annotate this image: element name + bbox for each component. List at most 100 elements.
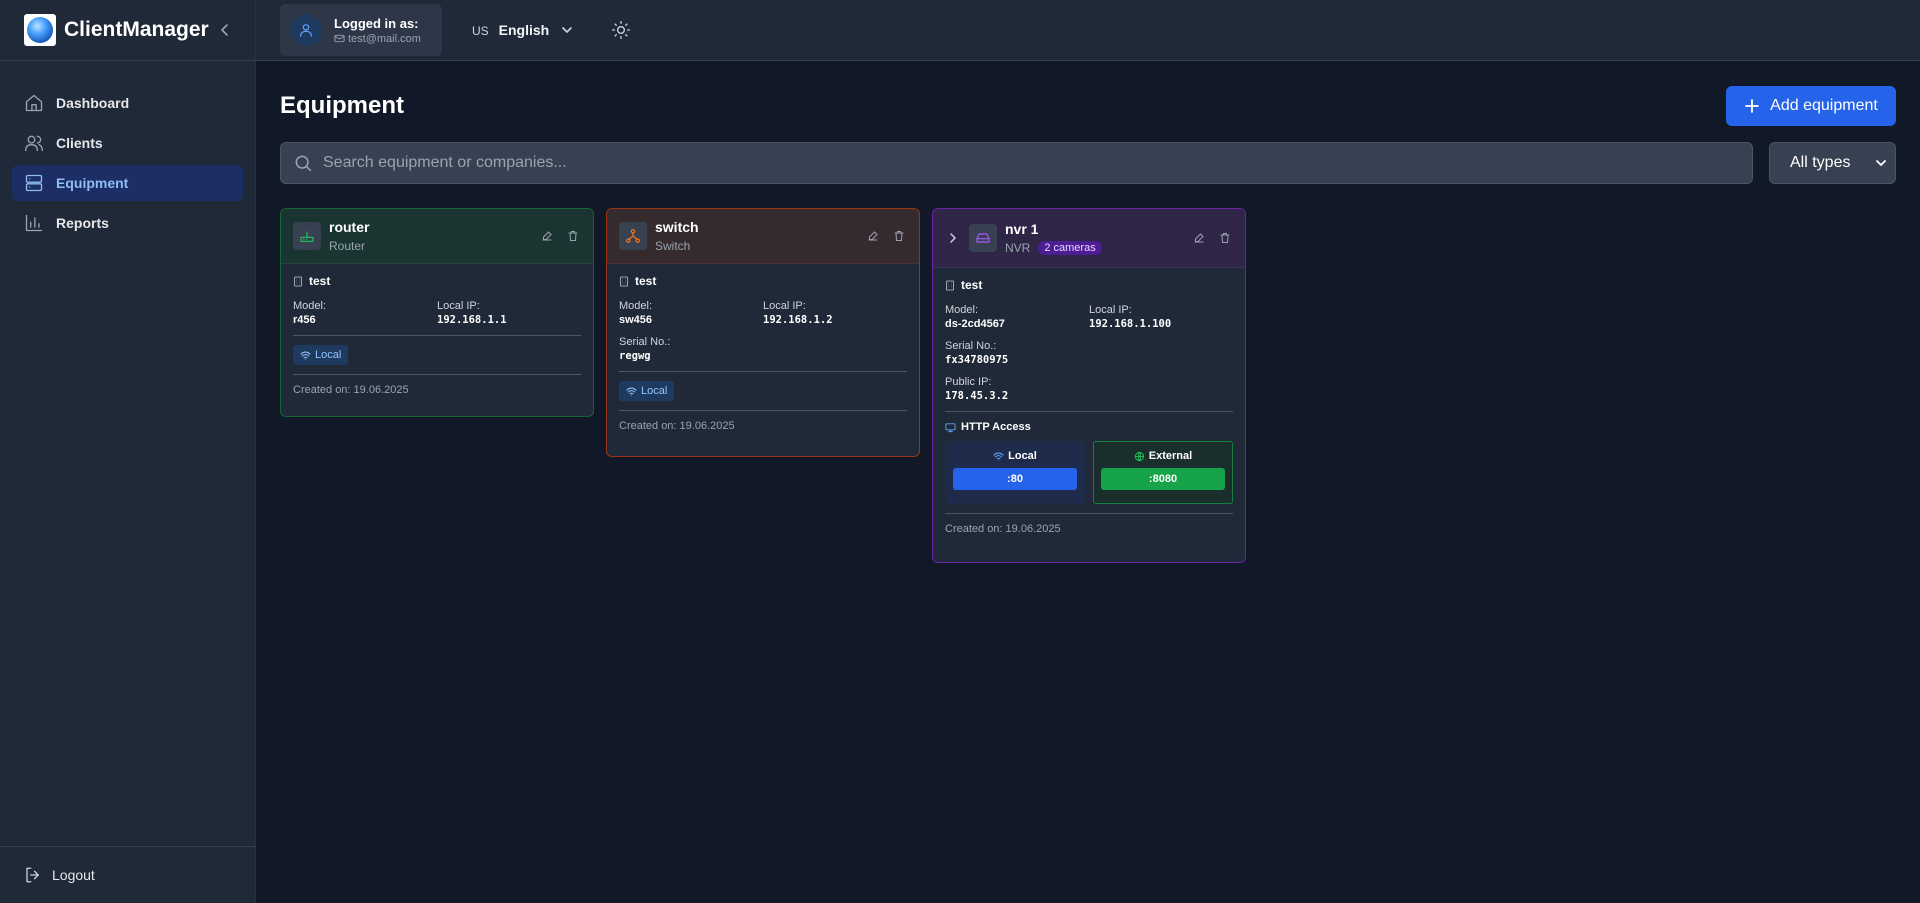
equipment-type: Router [329, 239, 366, 253]
nvr-icon [969, 224, 997, 252]
equipment-type: Switch [655, 239, 691, 253]
user-info[interactable]: Logged in as: test@mail.com [280, 4, 442, 56]
model-label: Model: [293, 300, 327, 312]
sidebar-item-equipment[interactable]: Equipment [12, 165, 243, 201]
logout-button[interactable]: Logout [0, 846, 256, 903]
sidebar-nav: Dashboard Clients Equipment Reports [0, 61, 255, 241]
delete-icon[interactable] [567, 230, 579, 242]
local-ip-label: Local IP: [1089, 304, 1132, 316]
equipment-name: router [329, 219, 370, 235]
http-external-box: External :8080 [1093, 441, 1233, 504]
model-value: ds-2cd4567 [945, 318, 1005, 330]
company-row: test [619, 274, 907, 288]
sidebar: ClientManager Dashboard Clients Equipmen… [0, 0, 256, 903]
local-access-label: Local [315, 349, 342, 361]
local-ip-label: Local IP: [437, 300, 480, 312]
local-ip-label: Local IP: [763, 300, 806, 312]
http-local-port-button[interactable]: :80 [953, 468, 1077, 490]
logged-in-label: Logged in as: [334, 15, 419, 31]
switch-icon [619, 222, 647, 250]
delete-icon[interactable] [1219, 232, 1231, 244]
sidebar-item-clients[interactable]: Clients [12, 125, 243, 161]
serial-label: Serial No.: [945, 340, 997, 352]
user-email: test@mail.com [348, 32, 421, 45]
http-access-heading: HTTP Access [945, 421, 1233, 433]
sidebar-item-dashboard[interactable]: Dashboard [12, 85, 243, 121]
router-icon [293, 222, 321, 250]
page-title: Equipment [280, 92, 404, 119]
avatar [290, 14, 322, 46]
http-local-box: Local :80 [945, 441, 1085, 504]
wifi-icon [300, 351, 311, 360]
wifi-icon [993, 452, 1004, 461]
language-selector[interactable]: US English [472, 22, 573, 38]
app-logo [24, 14, 56, 46]
expand-chevron-icon[interactable] [949, 233, 957, 243]
brand: ClientManager [0, 0, 255, 61]
wifi-icon [626, 387, 637, 396]
equipment-card-router: router Router test Model: r456 Local IP: 1… [280, 208, 594, 417]
model-value: r456 [293, 314, 316, 326]
home-icon [25, 94, 43, 112]
language-name: English [498, 22, 550, 38]
model-label: Model: [619, 300, 653, 312]
local-access-badge[interactable]: Local [619, 381, 675, 401]
sidebar-item-label: Reports [56, 215, 109, 231]
created-date: Created on: 19.06.2025 [945, 523, 1061, 535]
local-ip-value: 192.168.1.100 [1089, 318, 1172, 330]
serial-label: Serial No.: [619, 336, 671, 348]
monitor-icon [945, 422, 956, 432]
users-icon [25, 135, 43, 152]
type-filter-select[interactable]: All types [1769, 142, 1896, 184]
chevron-down-icon [562, 27, 573, 33]
company-name: test [635, 274, 657, 288]
created-date: Created on: 19.06.2025 [619, 420, 735, 432]
edit-icon[interactable] [867, 230, 879, 242]
http-local-label: Local [1008, 450, 1037, 462]
language-flag: US [472, 24, 489, 38]
http-access-title: HTTP Access [961, 421, 1031, 433]
bar-chart-icon [25, 214, 43, 232]
type-filter-value: All types [1790, 154, 1851, 171]
local-ip-value: 192.168.1.2 [763, 314, 833, 326]
company-name: test [309, 274, 331, 288]
main-content: Equipment Add equipment All types router… [280, 61, 1896, 563]
cameras-badge: 2 cameras [1038, 241, 1102, 255]
public-ip-label: Public IP: [945, 376, 992, 388]
public-ip-value: 178.45.3.2 [945, 390, 1009, 402]
building-icon [620, 276, 628, 286]
equipment-card-nvr: nvr 1 NVR 2 cameras test Model: ds-2cd45… [932, 208, 1246, 563]
equipment-name: switch [655, 219, 699, 235]
serial-value: regwg [619, 350, 651, 362]
add-equipment-button[interactable]: Add equipment [1726, 86, 1896, 126]
local-access-badge[interactable]: Local [293, 345, 349, 365]
edit-icon[interactable] [1193, 232, 1205, 244]
model-value: sw456 [619, 314, 653, 326]
chevron-down-icon [1876, 160, 1886, 166]
company-name: test [961, 278, 983, 292]
search-input[interactable] [323, 154, 1752, 172]
delete-icon[interactable] [893, 230, 905, 242]
collapse-sidebar-icon[interactable] [219, 23, 231, 37]
user-icon [300, 24, 312, 37]
serial-value: fx34780975 [945, 354, 1009, 366]
add-equipment-label: Add equipment [1770, 97, 1878, 114]
topbar: Logged in as: test@mail.com US English [256, 0, 1920, 61]
plus-icon [1745, 99, 1760, 113]
sidebar-item-reports[interactable]: Reports [12, 205, 243, 241]
http-external-port-button[interactable]: :8080 [1101, 468, 1225, 490]
logout-label: Logout [52, 867, 95, 883]
sidebar-item-label: Equipment [56, 175, 129, 191]
equipment-name: nvr 1 [1005, 221, 1039, 237]
globe-icon [1134, 451, 1144, 461]
local-ip-value: 192.168.1.1 [437, 314, 507, 326]
created-date: Created on: 19.06.2025 [293, 384, 409, 396]
edit-icon[interactable] [541, 230, 553, 242]
company-row: test [293, 274, 581, 288]
sidebar-item-label: Dashboard [56, 95, 130, 111]
building-icon [946, 280, 954, 290]
theme-toggle[interactable] [611, 20, 631, 40]
logout-icon [26, 867, 39, 883]
server-icon [25, 174, 43, 192]
search-icon [295, 155, 312, 172]
